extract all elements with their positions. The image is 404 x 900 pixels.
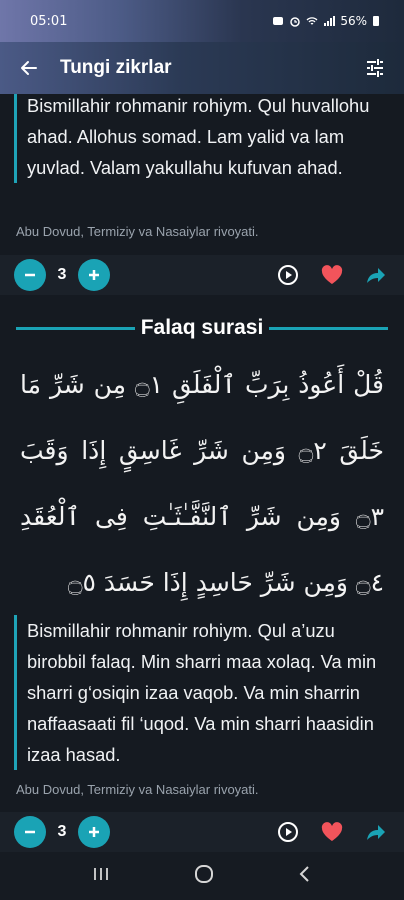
favorite-button[interactable] bbox=[318, 818, 346, 846]
share-arrow-icon bbox=[367, 268, 385, 283]
falaq-action-row: 3 bbox=[0, 812, 404, 852]
alarm-icon bbox=[290, 17, 301, 27]
zikr-list[interactable]: Bismillahir rohmanir rohiym. Qul huvallo… bbox=[0, 94, 404, 852]
increment-button[interactable] bbox=[78, 259, 110, 291]
settings-button[interactable] bbox=[360, 53, 390, 83]
heart-icon bbox=[321, 822, 343, 841]
falaq-transliteration: Bismillahir rohmanir rohiym. Qul a’uzu b… bbox=[14, 615, 390, 770]
section-header: Falaq surasi bbox=[0, 311, 404, 345]
system-nav-bar bbox=[0, 852, 404, 900]
status-bar: 05:01 56% bbox=[0, 0, 404, 42]
header-line-left bbox=[16, 326, 135, 330]
signal-icon bbox=[324, 16, 336, 26]
status-time: 05:01 bbox=[30, 13, 68, 29]
system-back-button[interactable] bbox=[298, 865, 312, 887]
back-button[interactable] bbox=[14, 53, 44, 83]
arabic-text: قُلْ أَعُوذُ بِرَبِّ ٱلْفَلَقِ ۝١ مِن شَ… bbox=[20, 370, 384, 597]
share-button[interactable] bbox=[362, 818, 390, 846]
decrement-button[interactable] bbox=[14, 259, 46, 291]
play-icon bbox=[278, 822, 298, 842]
favorite-button[interactable] bbox=[318, 261, 346, 289]
share-arrow-icon bbox=[367, 825, 385, 840]
increment-button[interactable] bbox=[78, 816, 110, 848]
section-title: Falaq surasi bbox=[140, 316, 264, 339]
heart-icon bbox=[321, 265, 343, 284]
wifi-icon bbox=[306, 17, 318, 25]
play-button[interactable] bbox=[274, 261, 302, 289]
decrement-button[interactable] bbox=[14, 816, 46, 848]
falaq-source: Abu Dovud, Termiziy va Nasaiylar rivoyat… bbox=[16, 782, 259, 797]
share-button[interactable] bbox=[362, 261, 390, 289]
battery-icon bbox=[373, 16, 379, 26]
chevron-left-icon bbox=[299, 866, 309, 882]
minus-icon bbox=[25, 273, 35, 277]
notification-icon bbox=[273, 17, 284, 25]
status-icons: 56% bbox=[272, 14, 380, 28]
header-line-right bbox=[269, 326, 388, 330]
recents-button[interactable] bbox=[92, 866, 110, 886]
repeat-count: 3 bbox=[57, 266, 67, 283]
minus-icon bbox=[25, 830, 35, 834]
battery-level: 56% bbox=[340, 14, 367, 28]
tune-icon bbox=[367, 59, 383, 77]
arrow-left-icon bbox=[21, 61, 37, 75]
home-icon bbox=[195, 865, 213, 883]
ikhlas-action-row: 3 bbox=[0, 255, 404, 295]
ikhlas-source: Abu Dovud, Termiziy va Nasaiylar rivoyat… bbox=[16, 224, 259, 239]
ikhlas-transliteration: Bismillahir rohmanir rohiym. Qul huvallo… bbox=[14, 94, 390, 183]
play-button[interactable] bbox=[274, 818, 302, 846]
app-bar: Tungi zikrlar bbox=[0, 42, 404, 94]
plus-icon bbox=[89, 270, 99, 280]
play-icon bbox=[278, 265, 298, 285]
home-button[interactable] bbox=[194, 864, 214, 888]
repeat-count: 3 bbox=[57, 823, 67, 840]
recents-icon bbox=[94, 868, 108, 880]
page-title: Tungi zikrlar bbox=[60, 57, 172, 78]
plus-icon bbox=[89, 827, 99, 837]
